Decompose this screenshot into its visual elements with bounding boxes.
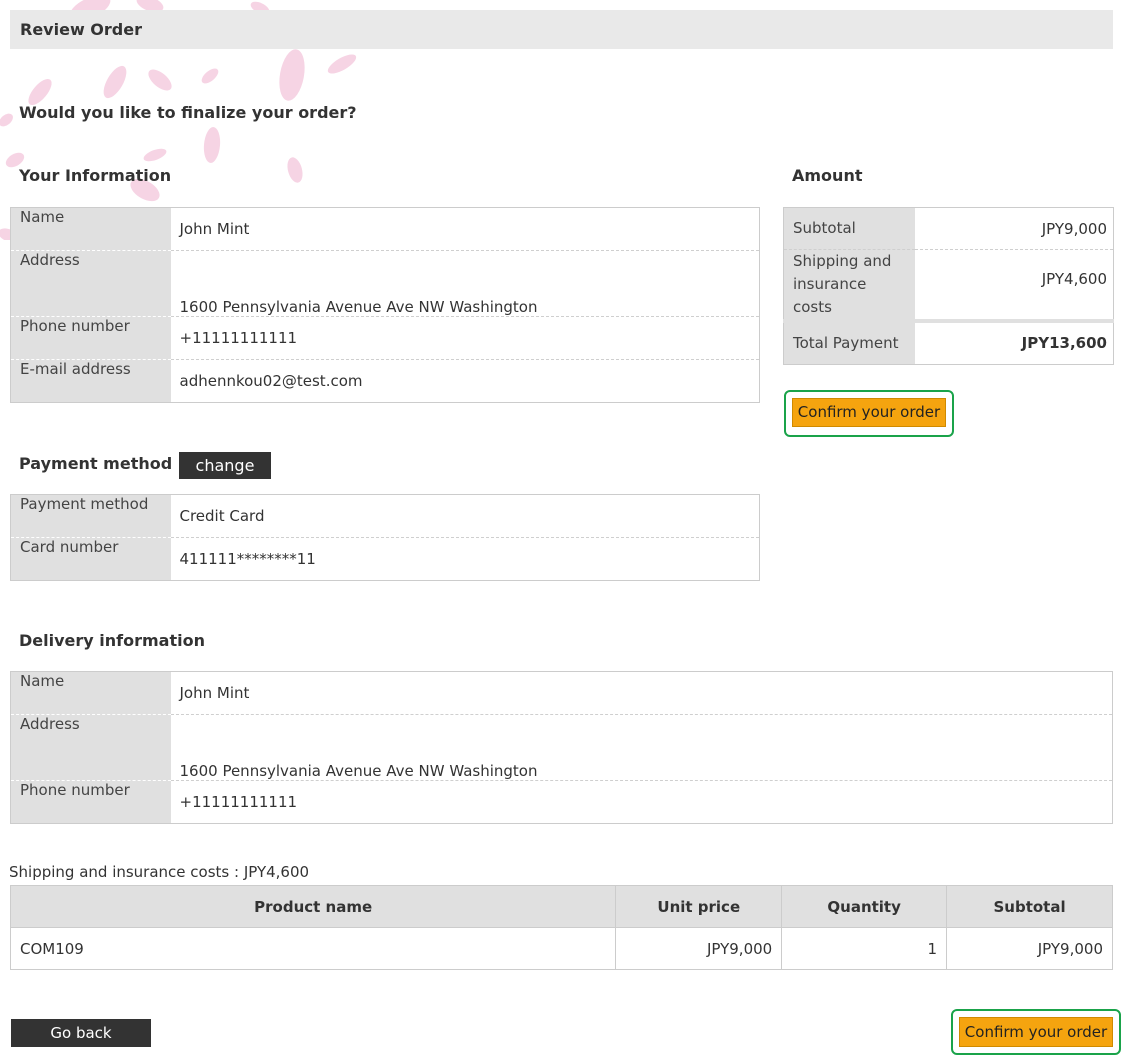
info-row-email: E-mail address adhennkou02@test.com <box>10 359 760 403</box>
col-subtotal: Subtotal <box>946 885 1113 928</box>
confirm-order-button-bottom[interactable]: Confirm your order <box>959 1017 1113 1047</box>
info-label-email: E-mail address <box>10 359 171 403</box>
amount-value-subtotal: JPY9,000 <box>1041 219 1107 238</box>
delivery-table: Name John Mint Address 1600 Pennsylvania… <box>10 671 1113 824</box>
col-unit-price: Unit price <box>615 885 782 928</box>
page-header: Review Order <box>10 10 1113 49</box>
info-label-address: Address <box>10 250 171 317</box>
subtotal-cell: JPY9,000 <box>946 927 1113 970</box>
delivery-value-name: John Mint <box>170 671 1113 715</box>
confirm-order-button-top[interactable]: Confirm your order <box>792 398 946 427</box>
payment-table: Payment method Credit Card Card number 4… <box>10 494 760 581</box>
change-payment-button[interactable]: change <box>179 452 271 479</box>
go-back-button[interactable]: Go back <box>11 1019 151 1047</box>
info-row-name: Name John Mint <box>10 207 760 251</box>
quantity-cell: 1 <box>781 927 947 970</box>
info-value-address: 1600 Pennsylvania Avenue Ave NW Washingt… <box>170 250 760 317</box>
amount-title: Amount <box>792 166 863 185</box>
amount-label-subtotal: Subtotal <box>783 207 915 250</box>
product-name-cell: COM109 <box>10 927 616 970</box>
delivery-label-name: Name <box>10 671 171 715</box>
amount-label-shipping: Shipping and insurance costs <box>783 249 915 321</box>
payment-value-card: 411111********11 <box>170 537 760 581</box>
info-value-email: adhennkou02@test.com <box>170 359 760 403</box>
shipping-costs-note: Shipping and insurance costs : JPY4,600 <box>9 863 310 881</box>
amount-row-total: Total Payment JPY13,600 <box>783 319 1114 364</box>
amount-value-total: JPY13,600 <box>914 319 1114 364</box>
info-label-phone: Phone number <box>10 316 171 360</box>
info-label-name: Name <box>10 207 171 251</box>
payment-label-card: Card number <box>10 537 171 581</box>
amount-label-total: Total Payment <box>783 319 915 364</box>
info-value-phone: +11111111111 <box>170 316 760 360</box>
delivery-label-phone: Phone number <box>10 780 171 824</box>
info-value-name: John Mint <box>170 207 760 251</box>
delivery-value-address: 1600 Pennsylvania Avenue Ave NW Washingt… <box>170 714 1113 781</box>
amount-value-shipping: JPY4,600 <box>914 249 1114 321</box>
amount-row-shipping: Shipping and insurance costs JPY4,600 <box>783 249 1114 321</box>
delivery-row-address: Address 1600 Pennsylvania Avenue Ave NW … <box>10 714 1113 781</box>
info-row-address: Address 1600 Pennsylvania Avenue Ave NW … <box>10 250 760 317</box>
info-row-phone: Phone number +11111111111 <box>10 316 760 360</box>
col-quantity: Quantity <box>781 885 947 928</box>
payment-row-card: Card number 411111********11 <box>10 537 760 581</box>
amount-row-subtotal: Subtotal JPY9,000 <box>783 207 1114 250</box>
shipping-label-line2: insurance costs <box>793 275 867 316</box>
shipping-label-line1: Shipping and <box>793 252 892 270</box>
your-information-title: Your Information <box>19 166 172 185</box>
table-row: COM109 JPY9,000 1 JPY9,000 <box>10 927 1113 970</box>
unit-price-cell: JPY9,000 <box>615 927 782 970</box>
finalize-question: Would you like to finalize your order? <box>19 103 357 122</box>
payment-label-method: Payment method <box>10 494 171 538</box>
payment-method-title: Payment method <box>19 454 173 473</box>
delivery-value-phone: +11111111111 <box>170 780 1113 824</box>
page-title: Review Order <box>20 20 142 39</box>
products-header-row: Product name Unit price Quantity Subtota… <box>10 885 1113 928</box>
col-product-name: Product name <box>10 885 616 928</box>
delivery-label-address: Address <box>10 714 171 781</box>
delivery-information-title: Delivery information <box>19 631 205 650</box>
delivery-row-name: Name John Mint <box>10 671 1113 715</box>
your-information-table: Name John Mint Address 1600 Pennsylvania… <box>10 207 760 403</box>
amount-table: Subtotal JPY9,000 Shipping and insurance … <box>783 207 1114 365</box>
payment-value-method: Credit Card <box>170 494 760 538</box>
products-table: Product name Unit price Quantity Subtota… <box>10 885 1113 970</box>
delivery-row-phone: Phone number +11111111111 <box>10 780 1113 824</box>
payment-row-method: Payment method Credit Card <box>10 494 760 538</box>
